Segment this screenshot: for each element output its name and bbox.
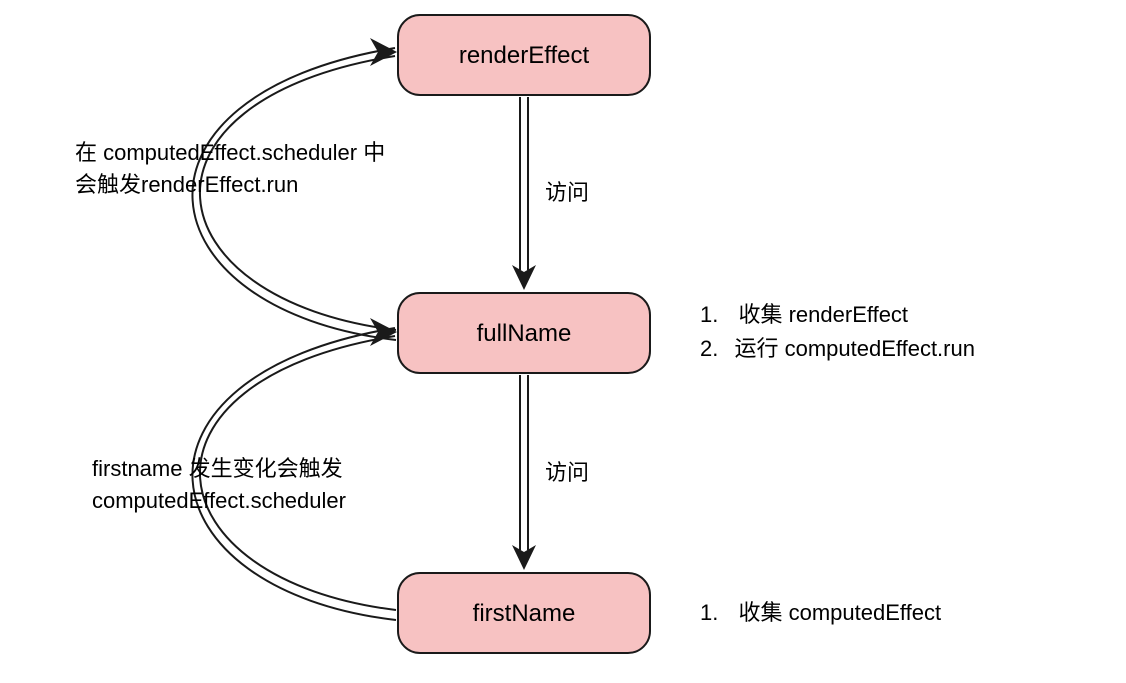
edge-full-to-first: 访问: [512, 375, 589, 570]
annotation-fullName: 1. 收集 renderEffect 2. 运行 computedEffect.…: [700, 302, 975, 361]
edge-first-to-full-label-1: firstname 发生变化会触发: [92, 456, 343, 481]
node-fullName-label: fullName: [477, 320, 572, 347]
node-renderEffect-label: renderEffect: [459, 42, 590, 69]
annotation-firstName: 1. 收集 computedEffect: [700, 600, 941, 625]
edge-render-to-full-label: 访问: [545, 180, 589, 205]
list-marker-1b: 1.: [700, 600, 718, 625]
annotation-fullName-item1: 收集 renderEffect: [738, 302, 908, 327]
node-fullName: fullName: [398, 293, 650, 373]
annotation-firstName-item1: 收集 computedEffect: [738, 600, 941, 625]
node-firstName-label: firstName: [473, 600, 576, 627]
svg-text:1. 收集 renderEffect: 1. 收集 renderEffect: [700, 302, 908, 327]
annotation-fullName-item2: 运行 computedEffect.run: [734, 336, 975, 361]
list-marker-2: 2.: [700, 336, 718, 361]
edge-full-to-first-label: 访问: [545, 460, 589, 485]
edge-render-to-full: 访问: [512, 97, 589, 290]
node-renderEffect: renderEffect: [398, 15, 650, 95]
edge-first-to-full: firstname 发生变化会触发 computedEffect.schedul…: [92, 318, 397, 620]
list-marker-1: 1.: [700, 302, 718, 327]
svg-text:1. 收集 computedEffect: 1. 收集 computedEffect: [700, 600, 941, 625]
edge-full-to-render-label-1: 在 computedEffect.scheduler 中: [75, 140, 385, 165]
diagram-canvas: renderEffect fullName firstName 访问 访问 在 …: [0, 0, 1126, 683]
edge-full-to-render: 在 computedEffect.scheduler 中 会触发renderEf…: [75, 38, 397, 340]
edge-full-to-render-label-2: 会触发renderEffect.run: [75, 172, 298, 197]
node-firstName: firstName: [398, 573, 650, 653]
edge-first-to-full-label-2: computedEffect.scheduler: [92, 488, 346, 513]
svg-text:2. 运行 computedEffect.run: 2. 运行 computedEffect.run: [700, 336, 975, 361]
